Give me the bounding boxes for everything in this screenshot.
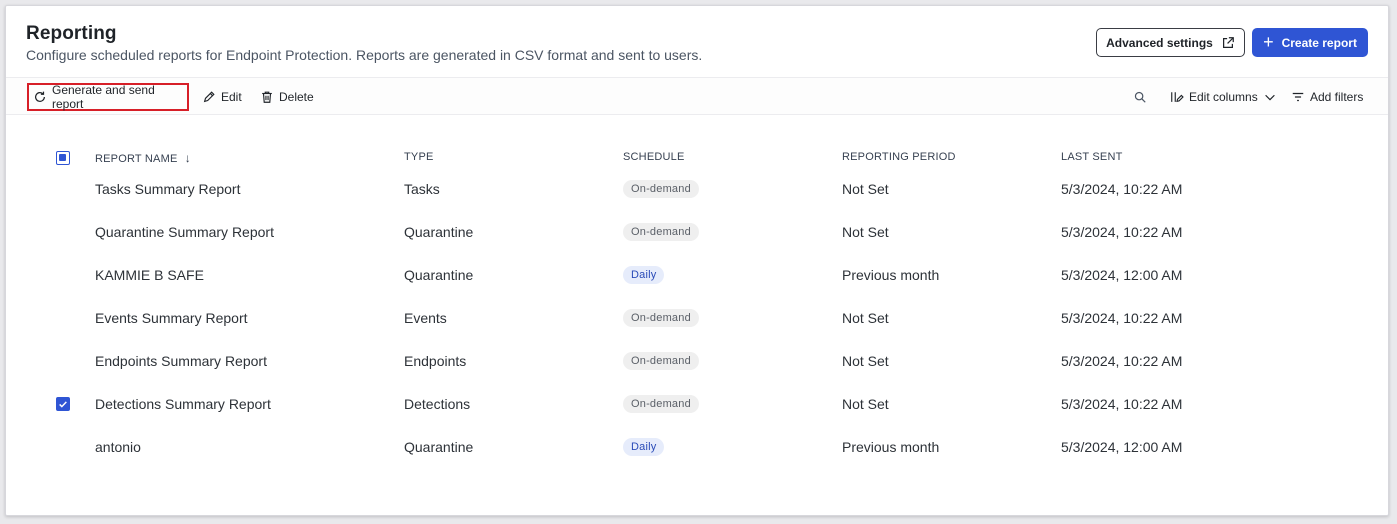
generate-label: Generate and send report xyxy=(52,83,155,111)
filter-icon xyxy=(1291,90,1305,104)
edit-label: Edit xyxy=(221,90,242,104)
reporting-period-cell: Previous month xyxy=(842,267,940,283)
reporting-panel: Reporting Configure scheduled reports fo… xyxy=(5,5,1389,516)
reporting-period-cell: Previous month xyxy=(842,439,940,455)
search-icon xyxy=(1133,90,1147,104)
schedule-badge: On-demand xyxy=(623,223,699,241)
schedule-cell: Daily xyxy=(623,262,665,288)
report-name-cell[interactable]: KAMMIE B SAFE xyxy=(95,262,204,288)
edit-columns-label: Edit columns xyxy=(1189,90,1258,104)
table-row[interactable]: KAMMIE B SAFE Quarantine Daily Previous mon… xyxy=(6,262,1388,305)
advanced-settings-button[interactable]: Advanced settings xyxy=(1096,28,1245,57)
table-row[interactable]: antonio Quarantine Daily Previous month 5/3/… xyxy=(6,434,1388,477)
advanced-settings-label: Advanced settings xyxy=(1106,35,1213,50)
type-cell: Quarantine xyxy=(404,439,474,455)
row-checkbox[interactable] xyxy=(56,182,70,196)
schedule-cell: Daily xyxy=(623,434,665,460)
row-checkbox[interactable] xyxy=(56,397,70,411)
type-cell: Quarantine xyxy=(404,267,474,283)
page-header: Reporting Configure scheduled reports fo… xyxy=(6,6,1388,78)
type-cell: Tasks xyxy=(404,181,440,197)
last-sent-cell: 5/3/2024, 10:22 AM xyxy=(1061,353,1183,369)
column-header-last-sent[interactable]: LAST SENT xyxy=(1061,151,1123,163)
table-row[interactable]: Detections Summary Report Detections On-de… xyxy=(6,391,1388,434)
last-sent-cell: 5/3/2024, 10:22 AM xyxy=(1061,396,1183,412)
type-cell: Endpoints xyxy=(404,353,467,369)
schedule-badge: On-demand xyxy=(623,352,699,370)
schedule-cell: On-demand xyxy=(623,391,699,417)
delete-button[interactable]: Delete xyxy=(260,78,314,116)
row-checkbox[interactable] xyxy=(56,268,70,282)
column-header-reporting-period[interactable]: REPORTING PERIOD xyxy=(842,151,956,163)
schedule-cell: On-demand xyxy=(623,219,699,245)
plus-icon: + xyxy=(1263,31,1274,52)
reporting-period-cell: Not Set xyxy=(842,310,889,326)
trash-icon xyxy=(260,90,274,104)
schedule-badge: On-demand xyxy=(623,180,699,198)
last-sent-cell: 5/3/2024, 10:22 AM xyxy=(1061,181,1183,197)
column-header-schedule[interactable]: SCHEDULE xyxy=(623,151,685,163)
row-checkbox[interactable] xyxy=(56,354,70,368)
last-sent-cell: 5/3/2024, 12:00 AM xyxy=(1061,439,1183,455)
schedule-badge: Daily xyxy=(623,266,665,284)
pencil-icon xyxy=(202,90,216,104)
reporting-period-cell: Not Set xyxy=(842,181,889,197)
table-row[interactable]: Endpoints Summary Report Endpoints On-dema… xyxy=(6,348,1388,391)
last-sent-cell: 5/3/2024, 10:22 AM xyxy=(1061,224,1183,240)
delete-label: Delete xyxy=(279,90,314,104)
report-name-cell[interactable]: Endpoints Summary Report xyxy=(95,348,267,374)
reporting-period-cell: Not Set xyxy=(842,396,889,412)
row-checkbox[interactable] xyxy=(56,225,70,239)
add-filters-label: Add filters xyxy=(1310,90,1364,104)
report-name-cell[interactable]: antonio xyxy=(95,434,141,460)
table-row[interactable]: Tasks Summary Report Tasks On-demand Not Se… xyxy=(6,176,1388,219)
schedule-cell: On-demand xyxy=(623,176,699,202)
table-row[interactable]: Quarantine Summary Report Quarantine On-de… xyxy=(6,219,1388,262)
schedule-badge: Daily xyxy=(623,438,665,456)
external-link-icon xyxy=(1221,36,1235,50)
type-cell: Quarantine xyxy=(404,224,474,240)
column-header-report-name[interactable]: REPORT NAME ↓ xyxy=(95,151,191,165)
schedule-cell: On-demand xyxy=(623,305,699,331)
report-name-cell[interactable]: Detections Summary Report xyxy=(95,391,271,417)
page-subtitle: Configure scheduled reports for Endpoint… xyxy=(26,47,703,63)
add-filters-button[interactable]: Add filters xyxy=(1291,78,1363,116)
check-icon xyxy=(59,401,67,408)
generate-and-send-report-button[interactable]: Generate and send report xyxy=(27,83,189,111)
table-body: Tasks Summary Report Tasks On-demand Not Se… xyxy=(6,176,1388,477)
action-toolbar: Generate and send report Edit Delete Edi… xyxy=(6,77,1388,115)
report-name-cell[interactable]: Events Summary Report xyxy=(95,305,248,331)
row-checkbox[interactable] xyxy=(56,440,70,454)
page-title: Reporting xyxy=(26,23,117,44)
create-report-button[interactable]: + Create report xyxy=(1252,28,1368,57)
select-all-checkbox[interactable] xyxy=(56,151,70,165)
table-row[interactable]: Events Summary Report Events On-demand Not … xyxy=(6,305,1388,348)
type-cell: Detections xyxy=(404,396,471,412)
last-sent-cell: 5/3/2024, 10:22 AM xyxy=(1061,310,1183,326)
columns-edit-icon xyxy=(1170,90,1184,104)
schedule-cell: On-demand xyxy=(623,348,699,374)
row-checkbox[interactable] xyxy=(56,311,70,325)
sort-down-icon: ↓ xyxy=(184,151,191,165)
last-sent-cell: 5/3/2024, 12:00 AM xyxy=(1061,267,1183,283)
type-cell: Events xyxy=(404,310,447,326)
reporting-period-cell: Not Set xyxy=(842,224,889,240)
schedule-badge: On-demand xyxy=(623,309,699,327)
column-header-type[interactable]: TYPE xyxy=(404,151,434,163)
report-name-cell[interactable]: Quarantine Summary Report xyxy=(95,219,274,245)
search-button[interactable] xyxy=(1133,78,1147,116)
chevron-down-icon xyxy=(1263,90,1277,104)
report-name-cell[interactable]: Tasks Summary Report xyxy=(95,176,240,202)
edit-button[interactable]: Edit xyxy=(202,78,242,116)
reporting-period-cell: Not Set xyxy=(842,353,889,369)
refresh-icon xyxy=(33,90,47,104)
edit-columns-button[interactable]: Edit columns xyxy=(1170,78,1277,116)
create-report-label: Create report xyxy=(1281,35,1357,50)
schedule-badge: On-demand xyxy=(623,395,699,413)
table-header: REPORT NAME ↓ TYPE SCHEDULE REPORTING PE… xyxy=(6,146,1388,170)
